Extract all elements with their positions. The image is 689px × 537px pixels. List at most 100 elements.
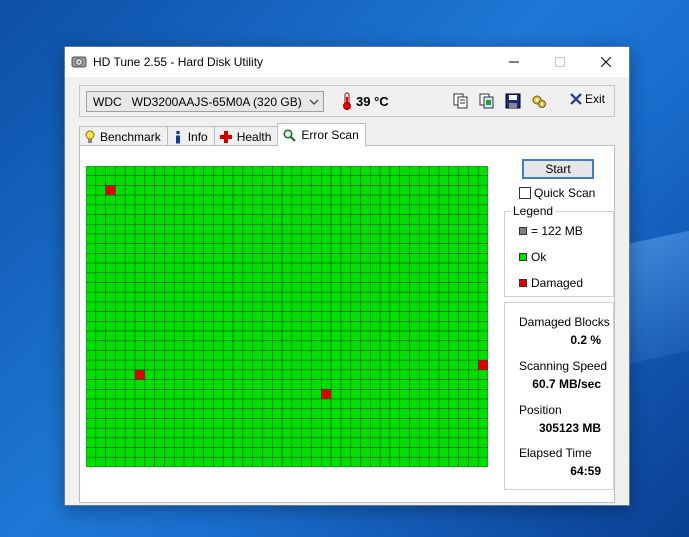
ok-block bbox=[262, 291, 273, 303]
ok-block bbox=[428, 272, 440, 283]
ok-block bbox=[311, 369, 322, 380]
ok-block bbox=[330, 194, 342, 206]
ok-block bbox=[213, 437, 224, 448]
tab-error-scan[interactable]: Error Scan bbox=[277, 123, 366, 146]
ok-block bbox=[232, 340, 244, 351]
ok-block bbox=[419, 427, 430, 439]
ok-block bbox=[389, 369, 401, 380]
tab-info[interactable]: Info bbox=[166, 126, 215, 146]
ok-block bbox=[419, 437, 430, 448]
copy-text-icon[interactable] bbox=[452, 92, 470, 110]
ok-block bbox=[360, 408, 371, 419]
ok-block bbox=[164, 291, 175, 303]
ok-block bbox=[232, 350, 244, 361]
ok-block bbox=[183, 321, 195, 332]
ok-block bbox=[458, 379, 469, 390]
ok-block bbox=[419, 359, 430, 371]
ok-block bbox=[86, 166, 97, 177]
ok-block bbox=[448, 427, 459, 439]
save-icon[interactable] bbox=[504, 92, 522, 110]
legend-title: Legend bbox=[511, 204, 556, 218]
ok-block bbox=[173, 447, 185, 458]
quick-scan-checkbox[interactable] bbox=[519, 187, 531, 199]
ok-block bbox=[468, 204, 479, 215]
ok-block bbox=[164, 243, 175, 254]
ok-block bbox=[213, 427, 224, 439]
ok-block bbox=[438, 359, 450, 371]
ok-block bbox=[311, 282, 322, 293]
ok-block bbox=[291, 214, 302, 225]
ok-block bbox=[242, 223, 253, 235]
options-icon[interactable] bbox=[530, 92, 548, 110]
ok-block bbox=[134, 398, 146, 410]
ok-block bbox=[350, 447, 361, 458]
ok-block bbox=[301, 204, 312, 215]
ok-block bbox=[321, 398, 332, 410]
ok-block bbox=[213, 204, 224, 215]
ok-block bbox=[379, 359, 391, 371]
ok-block bbox=[222, 398, 234, 410]
ok-block bbox=[399, 418, 410, 429]
ok-block bbox=[379, 233, 391, 244]
exit-button[interactable]: Exit bbox=[570, 92, 605, 106]
ok-block bbox=[409, 214, 420, 225]
tab-health[interactable]: Health bbox=[213, 126, 279, 146]
ok-block bbox=[340, 311, 352, 322]
magnifier-icon bbox=[283, 128, 297, 142]
ok-block bbox=[448, 223, 459, 235]
ok-block bbox=[252, 437, 263, 448]
ok-block bbox=[154, 340, 165, 351]
ok-block bbox=[213, 350, 224, 361]
ok-block bbox=[124, 166, 136, 177]
ok-block bbox=[330, 223, 342, 235]
ok-block bbox=[242, 398, 253, 410]
quick-scan-option[interactable]: Quick Scan bbox=[519, 186, 595, 200]
ok-block bbox=[262, 272, 273, 283]
ok-block bbox=[389, 194, 401, 206]
ok-block bbox=[321, 301, 332, 312]
ok-block bbox=[311, 321, 322, 332]
ok-block bbox=[173, 321, 185, 332]
ok-block bbox=[183, 398, 195, 410]
ok-block bbox=[173, 330, 185, 342]
drive-select[interactable]: WDC WD3200AAJS-65M0A (320 GB) bbox=[86, 91, 324, 112]
ok-block bbox=[281, 282, 293, 293]
ok-block bbox=[321, 350, 332, 361]
ok-block bbox=[144, 262, 155, 274]
ok-block bbox=[438, 447, 450, 458]
ok-block bbox=[222, 389, 234, 400]
elapsed-time-label: Elapsed Time bbox=[519, 446, 592, 460]
ok-block bbox=[448, 340, 459, 351]
ok-block bbox=[448, 398, 459, 410]
copy-screenshot-icon[interactable] bbox=[478, 92, 496, 110]
ok-block bbox=[477, 311, 488, 322]
close-button[interactable] bbox=[583, 47, 629, 77]
tab-benchmark[interactable]: Benchmark bbox=[79, 126, 168, 146]
minimize-button[interactable] bbox=[491, 47, 537, 77]
ok-block bbox=[115, 291, 126, 303]
ok-block bbox=[222, 204, 234, 215]
maximize-button[interactable] bbox=[537, 47, 583, 77]
ok-block bbox=[134, 175, 146, 186]
ok-block bbox=[124, 350, 136, 361]
ok-block bbox=[360, 243, 371, 254]
ok-block bbox=[370, 340, 381, 351]
ok-block bbox=[321, 340, 332, 351]
ok-block bbox=[389, 311, 401, 322]
ok-block bbox=[86, 330, 97, 342]
ok-block bbox=[222, 369, 234, 380]
ok-block bbox=[115, 311, 126, 322]
ok-block bbox=[438, 379, 450, 390]
ok-block bbox=[311, 330, 322, 342]
ok-block bbox=[105, 389, 116, 400]
start-button[interactable]: Start bbox=[522, 159, 594, 179]
ok-block bbox=[203, 301, 214, 312]
ok-block bbox=[321, 175, 332, 186]
ok-block bbox=[124, 418, 136, 429]
ok-block bbox=[95, 272, 106, 283]
ok-block bbox=[183, 291, 195, 303]
ok-block bbox=[458, 185, 469, 196]
ok-block bbox=[370, 456, 381, 467]
ok-block bbox=[379, 369, 391, 380]
ok-block bbox=[301, 437, 312, 448]
